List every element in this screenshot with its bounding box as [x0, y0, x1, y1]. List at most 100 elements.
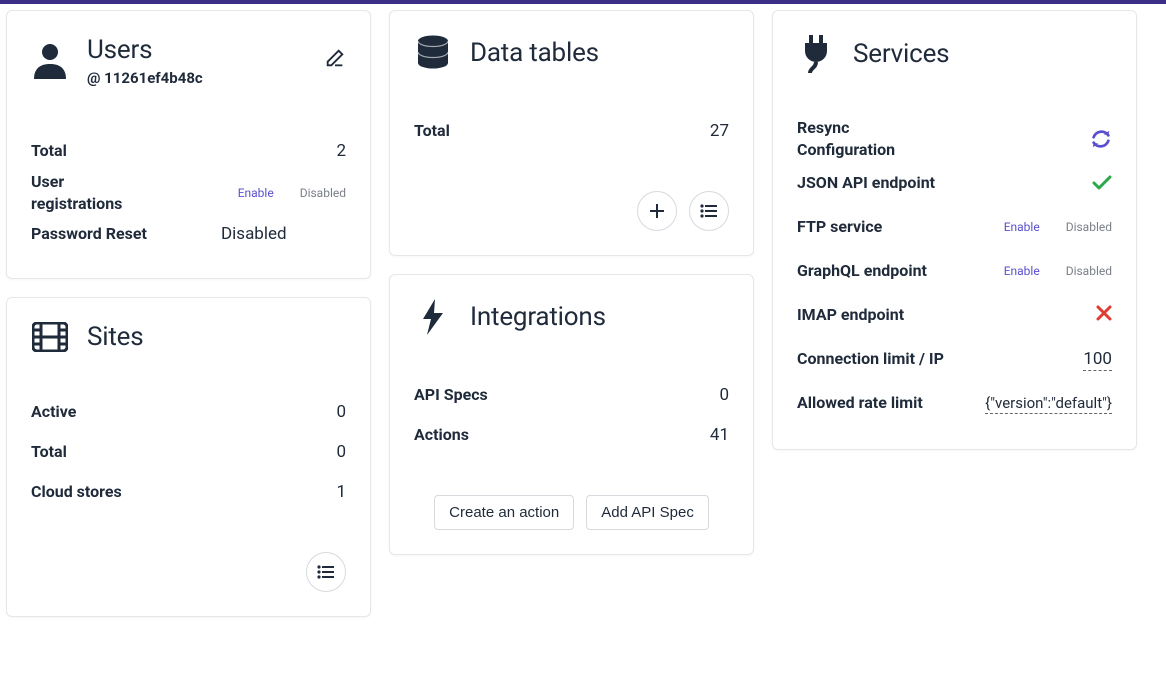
users-pwreset-value: Disabled: [221, 224, 287, 244]
create-action-button[interactable]: Create an action: [434, 495, 574, 530]
services-rate-value-text: {"version":"default"}: [985, 394, 1112, 414]
integrations-rows: API Specs 0 Actions 41: [414, 375, 729, 455]
services-rate-row: Allowed rate limit {"version":"default"}: [797, 381, 1112, 425]
sites-active-value: 0: [336, 402, 346, 422]
users-reg-enable-link[interactable]: Enable: [238, 186, 274, 200]
services-conn-row: Connection limit / IP 100: [797, 337, 1112, 381]
list-icon: [700, 204, 718, 218]
check-icon: [1092, 175, 1112, 191]
services-rows: Resync Configuration JSON API endpoint: [797, 117, 1112, 425]
sites-list-button[interactable]: [306, 552, 346, 592]
integrations-specs-label: API Specs: [414, 384, 544, 406]
data-tables-head: Data tables: [414, 35, 729, 71]
sites-total-label: Total: [31, 441, 161, 463]
data-tables-total-value: 27: [710, 121, 729, 141]
services-gql-label: GraphQL endpoint: [797, 260, 967, 282]
users-total-value: 2: [336, 141, 346, 161]
services-rate-label: Allowed rate limit: [797, 392, 967, 414]
users-registrations-row: User registrations Enable Disabled: [31, 171, 346, 214]
users-rows: Total 2 User registrations Enable Disabl…: [31, 131, 346, 254]
users-total-label: Total: [31, 140, 161, 162]
integrations-actions-label: Actions: [414, 424, 544, 446]
integrations-title: Integrations: [470, 302, 606, 332]
add-api-spec-button[interactable]: Add API Spec: [586, 495, 709, 530]
sites-cloud-label: Cloud stores: [31, 481, 161, 503]
services-json-label: JSON API endpoint: [797, 172, 967, 194]
services-imap-row: IMAP endpoint: [797, 293, 1112, 337]
integrations-specs-value: 0: [719, 385, 729, 405]
data-tables-title: Data tables: [470, 38, 599, 68]
integrations-head: Integrations: [414, 299, 729, 335]
ftp-disabled-text: Disabled: [1066, 220, 1112, 234]
services-conn-value[interactable]: 100: [1083, 349, 1112, 369]
integrations-card: Integrations API Specs 0 Actions 41 Crea…: [389, 274, 754, 555]
services-ftp-row: FTP service Enable Disabled: [797, 205, 1112, 249]
users-pwreset-label: Password Reset: [31, 223, 161, 245]
gql-disabled-text: Disabled: [1066, 264, 1112, 278]
services-imap-label: IMAP endpoint: [797, 304, 967, 326]
gql-enable-link[interactable]: Enable: [1004, 264, 1040, 278]
sites-cloud-value: 1: [336, 482, 346, 502]
services-conn-label: Connection limit / IP: [797, 348, 967, 370]
users-pwreset-row: Password Reset Disabled: [31, 214, 346, 254]
services-card: Services Resync Configuration: [772, 10, 1137, 450]
data-tables-card: Data tables Total 27: [389, 10, 754, 256]
data-tables-total-label: Total: [414, 120, 544, 142]
data-tables-total-row: Total 27: [414, 111, 729, 151]
users-title: Users: [87, 35, 203, 65]
services-ftp-toggle: Enable Disabled: [1004, 220, 1112, 234]
users-card-head: Users @ 11261ef4b48c: [31, 35, 346, 87]
data-tables-actions: [414, 191, 729, 231]
bolt-icon: [414, 299, 452, 335]
data-tables-add-button[interactable]: [637, 191, 677, 231]
sites-active-row: Active 0: [31, 392, 346, 432]
ftp-enable-link[interactable]: Enable: [1004, 220, 1040, 234]
sites-title: Sites: [87, 322, 143, 352]
col-3: Services Resync Configuration: [772, 10, 1137, 450]
json-status-ok: [1092, 175, 1112, 191]
services-conn-value-text: 100: [1083, 349, 1112, 371]
services-resync-label: Resync Configuration: [797, 117, 937, 160]
integrations-buttons: Create an action Add API Spec: [414, 495, 729, 530]
sites-actions: [31, 552, 346, 592]
users-total-row: Total 2: [31, 131, 346, 171]
dashboard-grid: Users @ 11261ef4b48c Total 2 User regist…: [0, 4, 1166, 623]
data-tables-list-button[interactable]: [689, 191, 729, 231]
sites-total-row: Total 0: [31, 432, 346, 472]
sync-icon: [1090, 128, 1112, 150]
user-icon: [31, 41, 69, 81]
sites-cloud-row: Cloud stores 1: [31, 472, 346, 512]
database-icon: [414, 35, 452, 71]
data-tables-rows: Total 27: [414, 111, 729, 151]
services-resync-row: Resync Configuration: [797, 117, 1112, 161]
users-title-block: Users @ 11261ef4b48c: [87, 35, 203, 87]
edit-icon[interactable]: [324, 47, 346, 73]
x-icon: [1096, 305, 1112, 321]
sites-card: Sites Active 0 Total 0 Cloud stores 1: [6, 297, 371, 617]
resync-button[interactable]: [1090, 128, 1112, 150]
film-icon: [31, 322, 69, 352]
users-card: Users @ 11261ef4b48c Total 2 User regist…: [6, 10, 371, 279]
integrations-actions-value: 41: [710, 425, 729, 445]
plug-icon: [797, 35, 835, 73]
sites-card-head: Sites: [31, 322, 346, 352]
users-reg-label: User registrations: [31, 171, 141, 214]
sites-active-label: Active: [31, 401, 161, 423]
col-2: Data tables Total 27: [389, 10, 754, 555]
services-head: Services: [797, 35, 1112, 73]
imap-status-x: [1096, 305, 1112, 326]
users-reg-toggle: Enable Disabled: [238, 186, 346, 200]
plus-icon: [649, 203, 665, 219]
users-subtitle: @ 11261ef4b48c: [87, 69, 203, 87]
sites-rows: Active 0 Total 0 Cloud stores 1: [31, 392, 346, 512]
integrations-actions-row: Actions 41: [414, 415, 729, 455]
list-icon: [317, 565, 335, 579]
sites-total-value: 0: [336, 442, 346, 462]
services-gql-toggle: Enable Disabled: [1004, 264, 1112, 278]
services-json-row: JSON API endpoint: [797, 161, 1112, 205]
services-title: Services: [853, 39, 949, 69]
services-ftp-label: FTP service: [797, 216, 967, 238]
services-rate-value[interactable]: {"version":"default"}: [985, 394, 1112, 412]
users-reg-disabled-text: Disabled: [300, 186, 346, 200]
services-gql-row: GraphQL endpoint Enable Disabled: [797, 249, 1112, 293]
